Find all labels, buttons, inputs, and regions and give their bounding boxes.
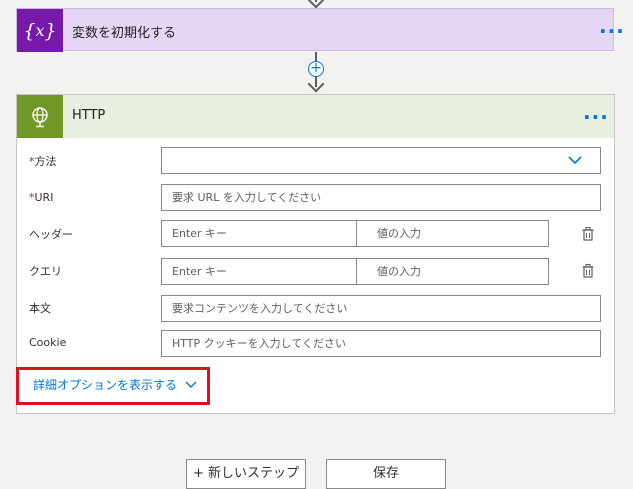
save-button[interactable]: 保存 (326, 459, 446, 489)
query-key-input[interactable]: Enter キー 値の入力 (161, 258, 549, 285)
new-step-button[interactable]: + 新しいステップ (186, 459, 306, 489)
http-card-title: HTTP (72, 108, 106, 123)
initialize-variable-card[interactable]: {x} 変数を初期化する ··· (16, 8, 624, 52)
http-card-more-button[interactable]: ··· (583, 107, 609, 127)
globe-icon (17, 95, 63, 138)
variable-card-more-button[interactable]: ··· (599, 21, 625, 41)
body-label: 本文 (29, 302, 51, 315)
cookie-input[interactable]: HTTP クッキーを入力してください (161, 330, 601, 357)
variable-card-title: 変数を初期化する (72, 26, 177, 41)
http-card-header[interactable]: HTTP ··· (17, 95, 614, 138)
uri-input[interactable]: 要求 URL を入力してください (161, 184, 601, 211)
delete-header-icon[interactable] (580, 226, 596, 242)
uri-label: *URI (29, 191, 54, 204)
query-value-input[interactable]: 値の入力 (367, 259, 421, 284)
header-key-input[interactable]: Enter キー 値の入力 (161, 220, 549, 247)
chevron-down-icon (185, 381, 197, 388)
body-input[interactable]: 要求コンテンツを入力してください (161, 295, 601, 322)
variable-icon: {x} (17, 9, 63, 52)
header-value-input[interactable]: 値の入力 (367, 221, 421, 246)
cookie-label: Cookie (29, 336, 67, 349)
show-advanced-options-link[interactable]: 詳細オプションを表示する (33, 376, 197, 393)
advanced-options-label: 詳細オプションを表示する (33, 378, 178, 392)
method-label: *方法 (29, 155, 57, 168)
http-card: HTTP ··· (16, 94, 615, 414)
chevron-down-icon (568, 156, 582, 165)
method-select[interactable] (161, 147, 601, 174)
connector-arrow (307, 75, 325, 93)
queries-label: クエリ (29, 265, 62, 278)
delete-query-icon[interactable] (580, 263, 596, 279)
headers-label: ヘッダー (29, 228, 73, 241)
